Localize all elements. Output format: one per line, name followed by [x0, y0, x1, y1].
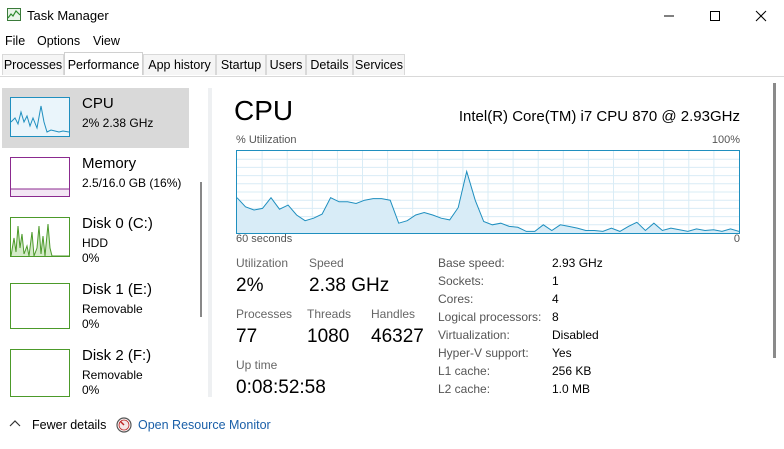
resource-detail: 2.5/16.0 GB (16%)	[82, 176, 182, 190]
disk-1-thumbnail-graph	[10, 283, 70, 329]
memory-thumbnail-graph	[10, 157, 70, 197]
menu-file[interactable]: File	[5, 34, 25, 48]
logical-processors-label: Logical processors:	[438, 310, 542, 324]
tab-bar: Processes Performance App history Startu…	[0, 52, 784, 77]
sockets-value: 1	[552, 274, 559, 288]
cpu-utilization-graph	[236, 150, 740, 234]
resource-list-scrollbar[interactable]	[200, 182, 202, 317]
threads-value: 1080	[307, 326, 350, 347]
tab-startup[interactable]: Startup	[216, 54, 266, 75]
disk-2-thumbnail-graph	[10, 349, 70, 397]
resource-monitor-icon	[116, 417, 132, 433]
cores-label: Cores:	[438, 292, 474, 306]
handles-label: Handles	[371, 307, 416, 321]
graph-time-label: 60 seconds	[236, 233, 293, 245]
cores-value: 4	[552, 292, 559, 306]
cpu-detail-panel: CPU Intel(R) Core(TM) i7 CPU 870 @ 2.93G…	[212, 77, 772, 398]
resource-item-disk-1[interactable]: Disk 1 (E:) Removable 0%	[2, 274, 189, 334]
sockets-label: Sockets:	[438, 274, 485, 288]
task-manager-icon	[7, 8, 21, 21]
chevron-up-icon[interactable]	[9, 418, 21, 428]
minimize-icon	[664, 15, 674, 16]
graph-max-label: 100%	[711, 134, 740, 146]
resource-detail: Removable	[82, 302, 143, 316]
tab-details[interactable]: Details	[306, 54, 353, 75]
graph-min-label: 0	[733, 233, 740, 245]
uptime-value: 0:08:52:58	[236, 377, 326, 398]
resource-item-disk-2[interactable]: Disk 2 (F:) Removable 0%	[2, 340, 189, 400]
disk-0-thumbnail-graph	[10, 217, 70, 257]
base-speed-label: Base speed:	[438, 256, 505, 270]
resource-item-cpu[interactable]: CPU 2% 2.38 GHz	[2, 88, 189, 148]
hyper-v-support-value: Yes	[552, 346, 572, 360]
hyper-v-support-label: Hyper-V support:	[438, 346, 529, 360]
l1-cache-label: L1 cache:	[438, 364, 491, 378]
resource-name: Disk 0 (C:)	[82, 215, 153, 232]
handles-value: 46327	[371, 326, 424, 347]
speed-value: 2.38 GHz	[309, 275, 390, 296]
resource-name: Memory	[82, 155, 137, 172]
resource-detail: 2% 2.38 GHz	[82, 116, 154, 130]
detail-panel-scrollbar[interactable]	[773, 83, 776, 358]
virtualization-label: Virtualization:	[438, 328, 510, 342]
window-title: Task Manager	[27, 8, 109, 23]
menu-options[interactable]: Options	[37, 34, 80, 48]
resource-usage: 0%	[82, 317, 100, 331]
utilization-label: Utilization	[236, 256, 289, 270]
tab-processes[interactable]: Processes	[2, 54, 64, 75]
base-speed-value: 2.93 GHz	[552, 256, 603, 270]
uptime-label: Up time	[236, 358, 278, 372]
footer-bar: Fewer details Open Resource Monitor	[0, 410, 784, 440]
virtualization-value: Disabled	[552, 328, 599, 342]
maximize-button[interactable]	[692, 0, 738, 31]
graph-y-label: % Utilization	[236, 134, 297, 146]
l2-cache-value: 1.0 MB	[552, 382, 591, 396]
resource-list: CPU 2% 2.38 GHz Memory 2.5/16.0 GB (16%)…	[0, 77, 208, 397]
processes-label: Processes	[236, 307, 293, 321]
minimize-button[interactable]	[646, 0, 692, 31]
resource-name: CPU	[82, 95, 114, 112]
fewer-details-link[interactable]: Fewer details	[32, 418, 106, 432]
maximize-icon	[710, 10, 720, 21]
tab-performance[interactable]: Performance	[64, 52, 143, 75]
resource-item-memory[interactable]: Memory 2.5/16.0 GB (16%)	[2, 148, 189, 208]
resource-detail: HDD	[82, 236, 108, 250]
close-icon	[755, 10, 767, 21]
speed-label: Speed	[309, 256, 344, 270]
cpu-model: Intel(R) Core(TM) i7 CPU 870 @ 2.93GHz	[458, 108, 740, 125]
threads-label: Threads	[307, 307, 352, 321]
cpu-title: CPU	[234, 95, 294, 126]
title-bar: Task Manager	[0, 0, 784, 31]
resource-usage: 0%	[82, 383, 100, 397]
resource-detail: Removable	[82, 368, 143, 382]
resource-item-disk-0[interactable]: Disk 0 (C:) HDD 0%	[2, 208, 189, 268]
cpu-utilization-chart	[236, 151, 740, 233]
resource-name: Disk 2 (F:)	[82, 347, 152, 364]
utilization-value: 2%	[236, 275, 264, 296]
close-button[interactable]	[738, 0, 784, 31]
tab-app-history[interactable]: App history	[143, 54, 216, 75]
resource-usage: 0%	[82, 251, 100, 265]
processes-value: 77	[236, 326, 258, 347]
menu-view[interactable]: View	[93, 34, 120, 48]
l2-cache-label: L2 cache:	[438, 382, 491, 396]
l1-cache-value: 256 KB	[552, 364, 592, 378]
logical-processors-value: 8	[552, 310, 559, 324]
tab-users[interactable]: Users	[266, 54, 306, 75]
resource-name: Disk 1 (E:)	[82, 281, 153, 298]
cpu-thumbnail-graph	[10, 97, 70, 137]
open-resource-monitor-link[interactable]: Open Resource Monitor	[138, 418, 271, 432]
tab-services[interactable]: Services	[353, 54, 405, 75]
